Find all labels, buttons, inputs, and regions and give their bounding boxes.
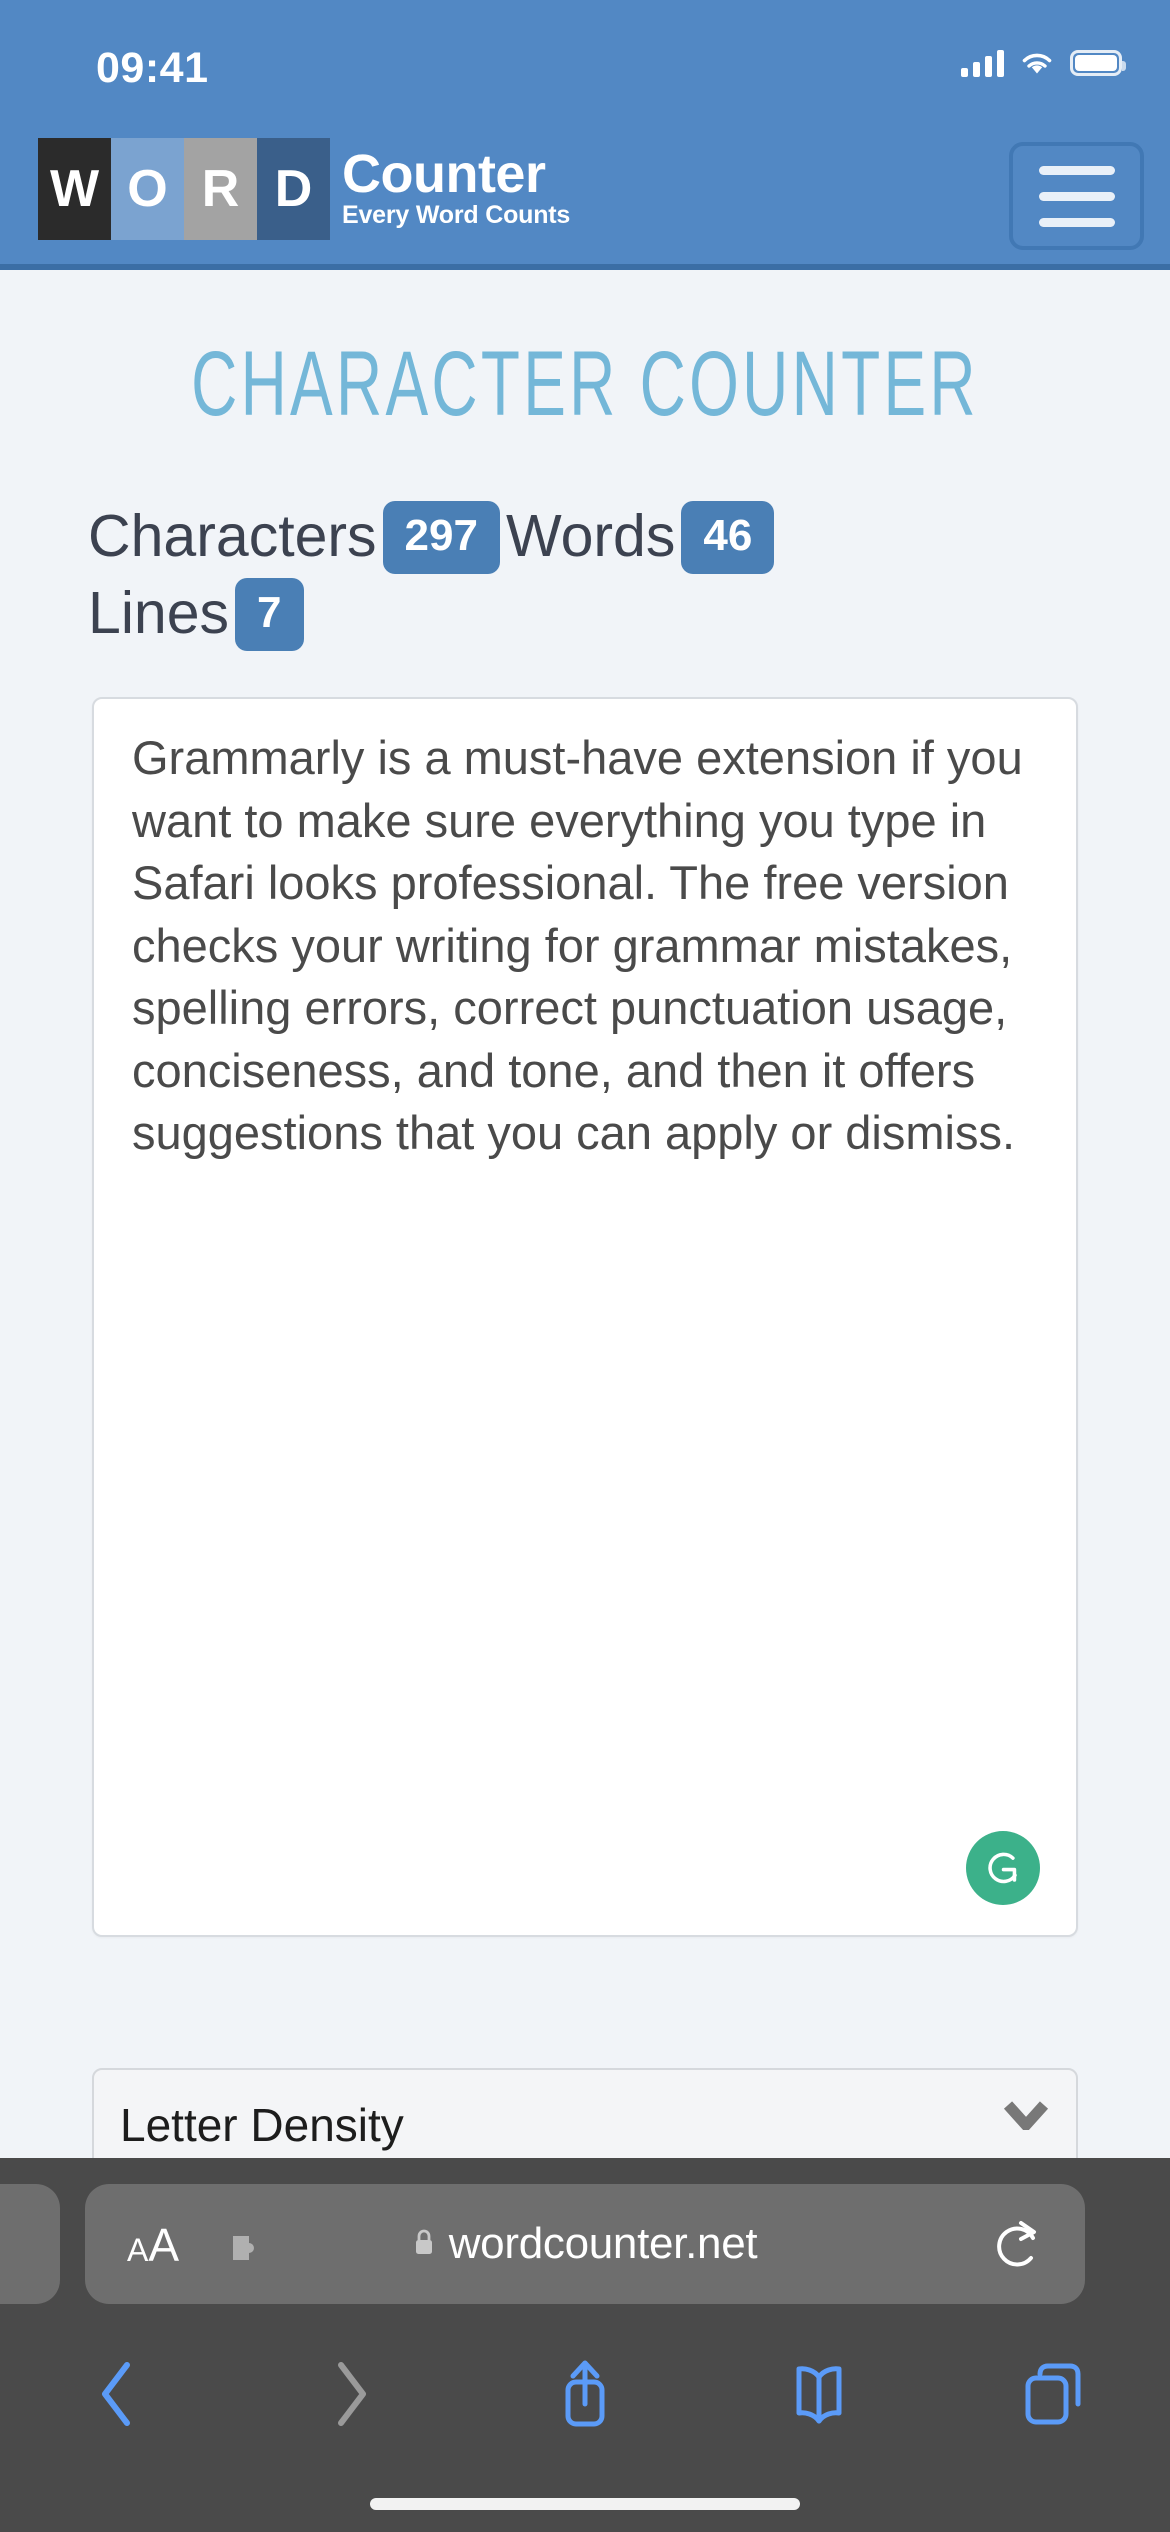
brand-text: Counter Every Word Counts (342, 138, 570, 240)
hamburger-menu-icon[interactable] (1009, 142, 1144, 250)
logo-tile-w: W (38, 138, 111, 240)
brand-tagline: Every Word Counts (342, 201, 571, 230)
brand-name: Counter (342, 144, 546, 205)
site-logo[interactable]: W O R D Counter Every Word Counts (38, 138, 570, 240)
back-button[interactable] (0, 2359, 234, 2429)
letter-density-label: Letter Density (120, 2099, 404, 2151)
site-header: W O R D Counter Every Word Counts (0, 90, 1170, 270)
bookmarks-button[interactable] (702, 2363, 936, 2425)
characters-label: Characters (88, 503, 377, 569)
lock-icon (413, 2228, 435, 2261)
tabs-button[interactable] (936, 2360, 1170, 2428)
reload-icon[interactable] (993, 2218, 1043, 2277)
status-bar-clock: 09:41 (96, 44, 209, 92)
url-text: wordcounter.net (448, 2219, 758, 2268)
url-display[interactable]: wordcounter.net (85, 2184, 1085, 2304)
forward-button (234, 2359, 468, 2429)
safari-toolbar (0, 2314, 1170, 2474)
ios-status-bar: 09:41 (0, 0, 1170, 92)
characters-count-badge: 297 (382, 501, 500, 575)
text-input-area[interactable]: Grammarly is a must-have extension if yo… (92, 697, 1078, 1937)
textarea-value: Grammarly is a must-have extension if yo… (132, 731, 1023, 1159)
chevron-down-icon[interactable] (1003, 2100, 1049, 2135)
safari-browser-chrome: AA wordcounter.net (0, 2158, 1170, 2532)
lines-count-badge: 7 (235, 577, 304, 651)
home-indicator (370, 2498, 800, 2510)
words-label: Words (505, 503, 676, 569)
battery-icon (1070, 50, 1126, 76)
words-count-badge: 46 (681, 501, 775, 575)
logo-tile-d: D (257, 138, 330, 240)
wifi-icon (1020, 50, 1054, 76)
share-button[interactable] (468, 2356, 702, 2432)
address-bar[interactable]: AA wordcounter.net (85, 2184, 1085, 2304)
counter-summary: Characters 297 Words 46 Lines 7 (88, 498, 1088, 651)
letter-density-section[interactable]: Letter Density (92, 2068, 1078, 2158)
grammarly-logo-icon[interactable] (966, 1831, 1040, 1905)
cellular-signal-icon (961, 49, 1004, 77)
adjacent-tab-peek[interactable] (0, 2184, 60, 2304)
status-bar-indicators (961, 44, 1126, 82)
logo-tile-o: O (111, 138, 184, 240)
web-page-content: 09:41 W O R D Counter Every Word Counts (0, 0, 1170, 2158)
lines-label: Lines (88, 579, 230, 646)
logo-tile-r: R (184, 138, 257, 240)
page-title: CHARACTER COUNTER (191, 331, 979, 436)
